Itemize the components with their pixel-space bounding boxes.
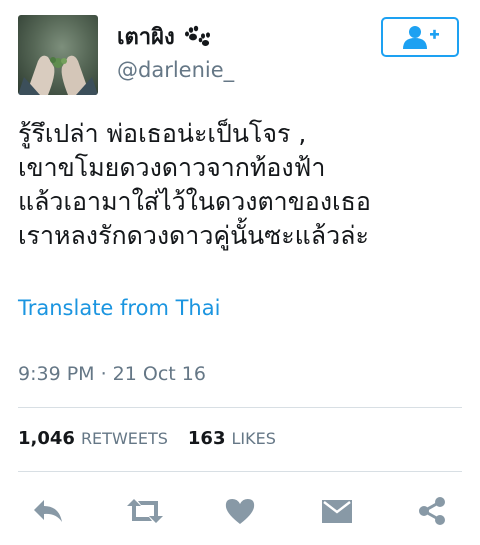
divider bbox=[18, 407, 462, 408]
tweet-text-line: รู้รึเปล่า พ่อเธอน่ะเป็นโจร , bbox=[18, 119, 307, 148]
share-button[interactable] bbox=[407, 488, 457, 534]
likes-count[interactable]: 163 bbox=[188, 428, 226, 449]
hands-holding-leaves-photo bbox=[18, 55, 98, 95]
divider bbox=[18, 471, 462, 472]
avatar[interactable] bbox=[18, 15, 98, 95]
tweet-text: รู้รึเปล่า พ่อเธอน่ะเป็นโจร , เขาขโมยดวง… bbox=[18, 117, 463, 253]
tweet-actions bbox=[0, 488, 480, 538]
tweet-text-line: เราหลงรักดวงดาวคู่นั้นซะแล้วล่ะ bbox=[18, 221, 369, 250]
user-handle[interactable]: @darlenie_ bbox=[117, 58, 234, 82]
retweet-icon bbox=[127, 499, 163, 523]
direct-message-icon bbox=[322, 500, 352, 523]
paw-prints-icon bbox=[183, 24, 213, 48]
share-icon bbox=[419, 497, 445, 525]
retweets-label[interactable]: RETWEETS bbox=[81, 429, 168, 448]
reply-icon bbox=[34, 500, 62, 522]
timestamp[interactable]: 9:39 PM · 21 Oct 16 bbox=[18, 363, 206, 385]
reply-button[interactable] bbox=[23, 488, 73, 534]
retweet-button[interactable] bbox=[120, 488, 170, 534]
add-user-icon bbox=[403, 26, 439, 49]
likes-label[interactable]: LIKES bbox=[231, 429, 275, 448]
tweet-text-line: เขาขโมยดวงดาวจากท้องฟ้า bbox=[18, 153, 326, 182]
retweets-count[interactable]: 1,046 bbox=[18, 428, 75, 449]
tweet-text-line: แล้วเอามาใส่ไว้ในดวงตาของเธอ bbox=[18, 187, 371, 216]
display-name[interactable]: เตาผิง bbox=[117, 19, 175, 54]
like-button[interactable] bbox=[215, 488, 265, 534]
like-icon bbox=[225, 499, 255, 524]
direct-message-button[interactable] bbox=[312, 488, 362, 534]
tweet-stats: 1,046 RETWEETS 163 LIKES bbox=[18, 428, 276, 449]
tweet-header: เตาผิง @darlenie_ bbox=[0, 0, 480, 100]
translate-link[interactable]: Translate from Thai bbox=[18, 296, 220, 320]
follow-button[interactable] bbox=[381, 17, 459, 57]
